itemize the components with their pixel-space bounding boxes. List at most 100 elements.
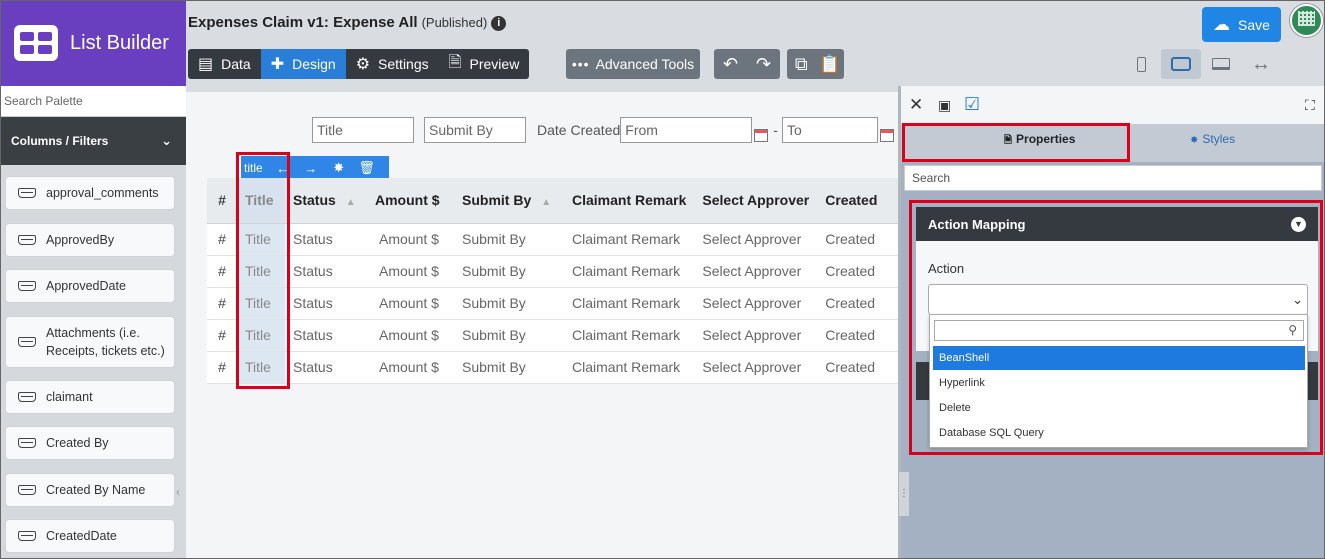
drag-handle-icon[interactable]: ⋮ bbox=[899, 472, 909, 516]
date-range-separator: - bbox=[773, 122, 778, 138]
palette-item[interactable]: Created By Name bbox=[5, 473, 175, 507]
properties-panel-toolbar: ✕ ▣ ☑ ⛶ bbox=[901, 86, 1324, 124]
data-table: # Title Status ▲ Amount $ Submit By ▲ Clai… bbox=[207, 178, 900, 384]
column-header-label: Status bbox=[293, 192, 336, 209]
dropdown-option[interactable]: Database SQL Query bbox=[933, 421, 1305, 445]
palette-item[interactable]: ApprovedDate bbox=[5, 269, 175, 303]
tab-properties[interactable]: 🗎 Properties bbox=[1004, 132, 1075, 150]
data-tab[interactable]: ▤ Data bbox=[188, 49, 261, 79]
palette-search-input[interactable] bbox=[0, 86, 186, 117]
date-to-input[interactable] bbox=[781, 117, 878, 143]
phone-view-button[interactable] bbox=[1121, 49, 1161, 79]
field-icon bbox=[18, 438, 36, 448]
title-filter-input[interactable] bbox=[312, 117, 414, 143]
design-tab[interactable]: ✚ Design bbox=[260, 49, 346, 79]
action-select[interactable]: ⌄ bbox=[928, 284, 1308, 315]
avatar[interactable] bbox=[1290, 4, 1323, 37]
date-from-input[interactable] bbox=[620, 117, 753, 143]
table-row: # Title Status Amount $ Submit By Claima… bbox=[207, 255, 900, 288]
copy-icon[interactable]: ⧉ bbox=[787, 49, 816, 79]
date-created-label: Date Created bbox=[537, 122, 621, 138]
calendar-icon[interactable] bbox=[754, 128, 769, 142]
arrow-right-icon[interactable]: → bbox=[297, 161, 325, 176]
list-builder-logo-icon bbox=[14, 25, 58, 61]
table-cell: Submit By bbox=[454, 351, 564, 384]
column-header-label: Submit By bbox=[462, 192, 532, 209]
sort-icon[interactable]: ▲ bbox=[541, 197, 551, 208]
field-icon bbox=[18, 337, 36, 347]
table-cell: Select Approver bbox=[694, 319, 818, 352]
palette-item[interactable]: CreatedDate bbox=[5, 519, 175, 553]
table-cell: Status bbox=[285, 255, 367, 288]
column-header[interactable]: Claimant Remark bbox=[564, 178, 695, 224]
redo-icon[interactable]: ↷ bbox=[747, 49, 780, 79]
design-tools-icon: ✚ bbox=[270, 56, 285, 73]
table-cell: Title bbox=[237, 351, 285, 384]
column-header[interactable]: Title bbox=[237, 178, 285, 224]
settings-tab[interactable]: ⚙ Settings bbox=[346, 49, 439, 79]
palette-item-label: ApprovedBy bbox=[46, 233, 115, 247]
column-header[interactable]: Select Approver bbox=[694, 178, 818, 224]
action-mapping-header[interactable]: Action Mapping ▼ bbox=[916, 207, 1318, 241]
column-header[interactable]: Created bbox=[817, 178, 900, 224]
palette-icon[interactable]: ✸ bbox=[325, 160, 353, 176]
table-cell: Title bbox=[237, 223, 285, 256]
table-cell: # bbox=[207, 255, 237, 288]
close-icon[interactable]: ✕ bbox=[909, 95, 923, 115]
tablet-view-button[interactable] bbox=[1161, 49, 1201, 79]
tab-styles[interactable]: ✸ Styles bbox=[1190, 132, 1235, 146]
search-icon: ⚲ bbox=[1288, 323, 1297, 337]
dropdown-option[interactable]: Hyperlink bbox=[933, 371, 1305, 395]
column-header[interactable]: Amount $ bbox=[367, 178, 454, 224]
submit-by-filter-input[interactable] bbox=[424, 117, 526, 143]
table-cell: Title bbox=[237, 287, 285, 320]
column-header[interactable]: Submit By ▲ bbox=[454, 178, 564, 224]
table-cell: # bbox=[207, 319, 237, 352]
table-cell: Amount $ bbox=[367, 351, 454, 384]
save-button[interactable]: ☁ Save bbox=[1202, 7, 1281, 42]
tab-properties-label: Properties bbox=[1016, 132, 1076, 146]
calendar-icon[interactable] bbox=[879, 128, 894, 142]
app-title: List Builder bbox=[70, 31, 169, 54]
window-icon[interactable]: ▣ bbox=[938, 97, 951, 114]
preview-tab[interactable]: 🗎 Preview bbox=[439, 49, 530, 79]
table-cell: Claimant Remark bbox=[564, 255, 695, 288]
advanced-tools-button[interactable]: ••• Advanced Tools bbox=[566, 49, 700, 79]
palette-item[interactable]: Created By bbox=[5, 426, 175, 460]
laptop-view-button[interactable] bbox=[1201, 49, 1241, 79]
checkbox-icon[interactable]: ☑ bbox=[964, 94, 980, 115]
trash-icon[interactable]: 🗑 bbox=[353, 160, 381, 176]
paste-icon[interactable]: 📋 bbox=[816, 49, 845, 79]
column-header[interactable]: Status ▲ bbox=[285, 178, 367, 224]
table-cell: Select Approver bbox=[694, 223, 818, 256]
palette-item-label: Attachments (i.e. Receipts, tickets etc.… bbox=[46, 326, 165, 358]
palette-item[interactable]: Attachments (i.e. Receipts, tickets etc.… bbox=[5, 316, 175, 368]
properties-search-input[interactable] bbox=[904, 165, 1322, 191]
undo-icon[interactable]: ↶ bbox=[714, 49, 747, 79]
table-header-row: # Title Status ▲ Amount $ Submit By ▲ Clai… bbox=[207, 178, 900, 224]
palette-item[interactable]: claimant bbox=[5, 380, 175, 414]
dropdown-option[interactable]: BeanShell bbox=[933, 346, 1305, 370]
info-icon[interactable]: i bbox=[491, 16, 507, 31]
table-cell: Submit By bbox=[454, 319, 564, 352]
advanced-tools-label: Advanced Tools bbox=[595, 56, 695, 72]
palette-item[interactable]: approval_comments bbox=[5, 176, 175, 210]
palette-item[interactable]: ApprovedBy bbox=[5, 223, 175, 257]
device-preview-group: ↔ bbox=[1121, 49, 1281, 79]
table-cell: Status bbox=[285, 223, 367, 256]
dropdown-option[interactable]: Delete bbox=[933, 396, 1305, 420]
table-cell: Status bbox=[285, 319, 367, 352]
fullscreen-icon[interactable]: ⛶ bbox=[1305, 97, 1315, 114]
sort-icon[interactable]: ▲ bbox=[346, 197, 356, 208]
palette-item-label: Created By bbox=[46, 436, 109, 450]
preview-doc-icon: 🗎 bbox=[448, 53, 462, 71]
arrow-left-icon[interactable]: ← bbox=[269, 161, 297, 176]
chevron-left-icon[interactable]: ‹ bbox=[176, 485, 186, 509]
preview-tab-label: Preview bbox=[469, 56, 520, 72]
palette-section-header[interactable]: Columns / Filters ⌄ bbox=[0, 117, 186, 165]
dropdown-search-input[interactable] bbox=[934, 320, 1304, 341]
full-width-view-button[interactable]: ↔ bbox=[1241, 49, 1281, 79]
table-row: # Title Status Amount $ Submit By Claima… bbox=[207, 287, 900, 320]
field-icon bbox=[18, 392, 36, 402]
table-cell: Status bbox=[285, 351, 367, 384]
